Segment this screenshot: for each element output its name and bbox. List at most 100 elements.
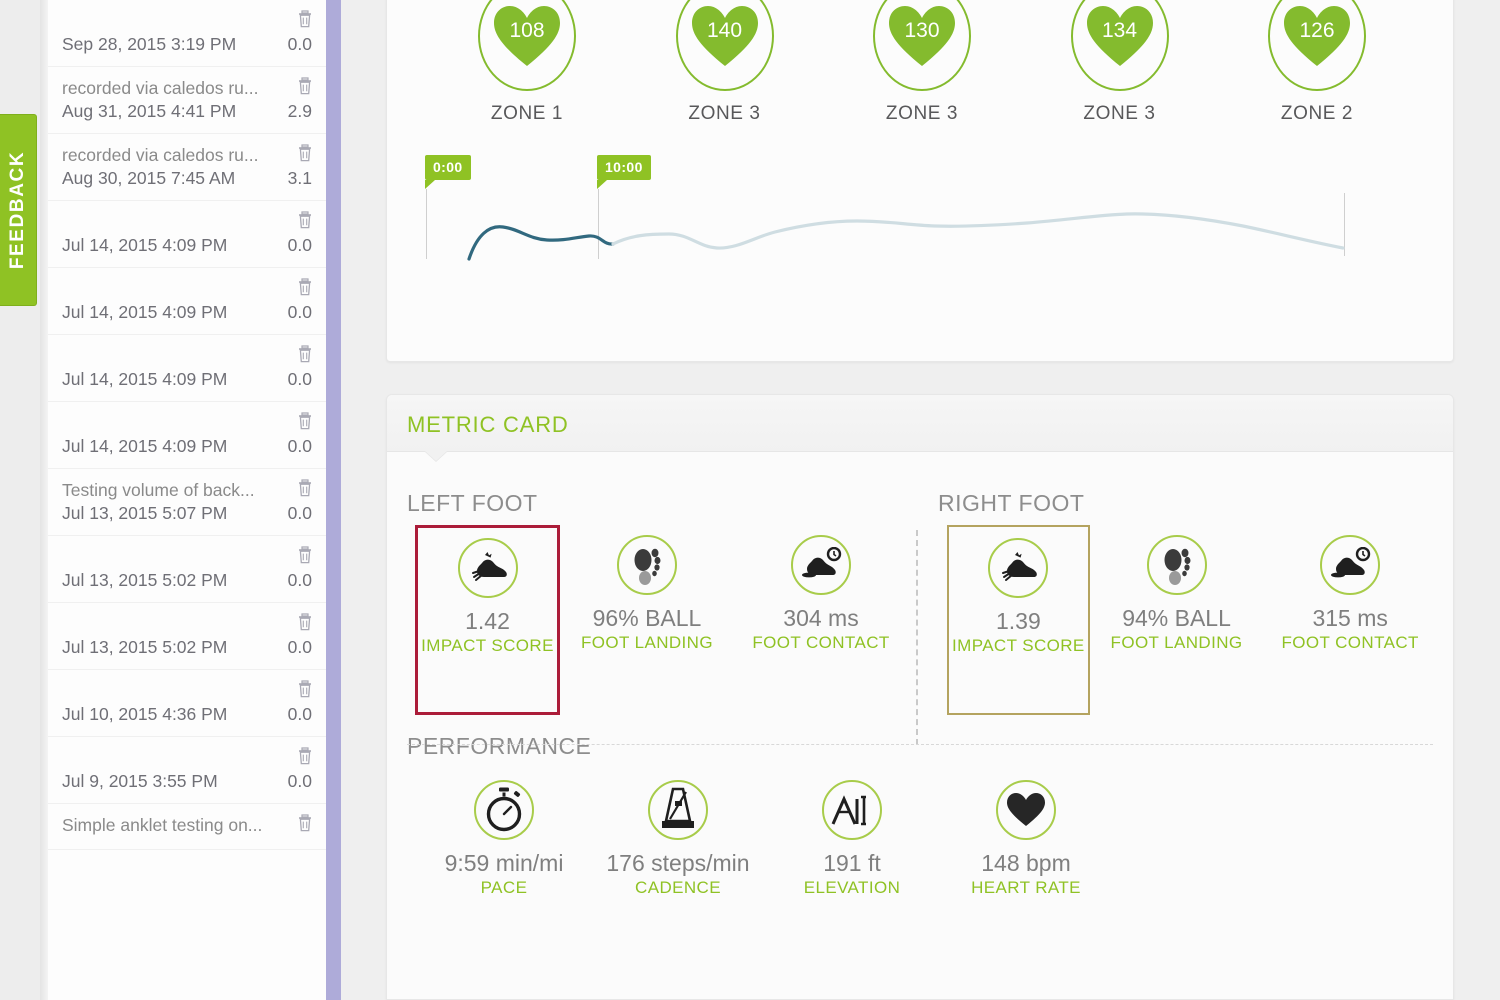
metric-tile-label: FOOT LANDING xyxy=(580,633,713,652)
metric-card-title: METRIC CARD xyxy=(407,412,569,437)
metric-tile-label: FOOT CONTACT xyxy=(752,633,890,652)
shoe-stopwatch-icon xyxy=(791,535,851,595)
activity-list-item[interactable]: Simple anklet testing on... xyxy=(48,804,326,850)
metric-tile-label: IMPACT SCORE xyxy=(952,636,1085,655)
activity-list-item[interactable]: Jul 14, 2015 4:09 PM 0.0 xyxy=(48,402,326,469)
metric-tile[interactable]: 1.39 IMPACT SCORE xyxy=(947,525,1090,715)
activity-date: Jul 14, 2015 4:09 PM xyxy=(62,235,228,255)
performance-tile-label: PACE xyxy=(480,878,528,897)
activity-date: Jul 13, 2015 5:02 PM xyxy=(62,637,228,657)
performance-tile-value: 148 bpm xyxy=(981,850,1071,876)
activity-list-item[interactable]: Jul 13, 2015 5:02 PM 0.0 xyxy=(48,536,326,603)
metric-card-header: METRIC CARD xyxy=(387,395,1453,461)
metric-tile-label: FOOT CONTACT xyxy=(1281,633,1419,652)
activity-title: Simple anklet testing on... xyxy=(62,815,263,835)
trash-icon[interactable] xyxy=(297,479,313,497)
metric-tile[interactable]: 94% BALL FOOT LANDING xyxy=(1090,521,1264,715)
trash-icon[interactable] xyxy=(297,613,313,631)
metric-tile-value: 94% BALL xyxy=(1122,605,1231,631)
performance-tile[interactable]: 176 steps/min CADENCE xyxy=(591,764,765,898)
activity-title xyxy=(62,268,312,300)
heart-zone: 130 ZONE 3 xyxy=(862,0,982,125)
activity-distance: 0.0 xyxy=(287,570,312,590)
activity-list-item[interactable]: recorded via caledos ru... Aug 30, 2015 7… xyxy=(48,134,326,201)
metric-tile[interactable]: 1.42 IMPACT SCORE xyxy=(415,525,560,715)
performance-tile[interactable]: 9:59 min/mi PACE xyxy=(417,764,591,898)
heart-zone-bpm: 140 xyxy=(706,19,743,42)
activity-list[interactable]: Sep 28, 2015 3:19 PM 0.0 recorded via cale… xyxy=(48,0,326,1000)
performance-tile-label: ELEVATION xyxy=(803,878,901,897)
metric-tile[interactable]: 315 ms FOOT CONTACT xyxy=(1263,521,1437,715)
heart-zone-bpm: 130 xyxy=(904,19,940,42)
heart-icon: 108 xyxy=(492,4,562,68)
activity-title xyxy=(62,737,312,769)
activity-date: Jul 14, 2015 4:09 PM xyxy=(62,369,228,389)
performance-tile-label: CADENCE xyxy=(635,878,721,897)
trash-icon[interactable] xyxy=(297,680,313,698)
right-foot-label: RIGHT FOOT xyxy=(938,490,1085,516)
heart-rate-zones: 108 ZONE 1 140 ZONE 3 130 ZONE 3 134 ZONE 3 126 Z… xyxy=(467,0,1377,125)
trash-icon[interactable] xyxy=(297,144,313,162)
trash-icon[interactable] xyxy=(297,211,313,229)
activity-date: Jul 9, 2015 3:55 PM xyxy=(62,771,218,791)
activity-date: Jul 13, 2015 5:07 PM xyxy=(62,503,228,523)
heart-zone: 140 ZONE 3 xyxy=(665,0,785,125)
trash-icon[interactable] xyxy=(297,10,313,28)
metric-card: METRIC CARD LEFT FOOT 1.42 IMPACT SCORE 96… xyxy=(386,394,1454,1000)
activity-timeline-chart[interactable]: 0:00 10:00 xyxy=(407,149,1427,294)
trash-icon[interactable] xyxy=(297,77,313,95)
running-shoe-impact-icon xyxy=(457,538,518,598)
trash-icon[interactable] xyxy=(297,546,313,564)
activity-summary-card: 108 ZONE 1 140 ZONE 3 130 ZONE 3 134 ZONE 3 126 Z… xyxy=(386,0,1454,362)
feedback-tab[interactable]: FEEDBACK xyxy=(0,114,37,306)
footprint-icon xyxy=(617,535,677,595)
activity-list-item[interactable]: Jul 10, 2015 4:36 PM 0.0 xyxy=(48,670,326,737)
heart-icon: 140 xyxy=(690,4,760,68)
heart-zone-label: ZONE 3 xyxy=(1083,103,1156,124)
stopwatch-icon xyxy=(474,780,534,840)
activity-distance: 2.9 xyxy=(287,101,312,121)
activity-distance: 0.0 xyxy=(287,302,312,322)
activity-list-item[interactable]: Jul 14, 2015 4:09 PM 0.0 xyxy=(48,335,326,402)
activity-distance: 0.0 xyxy=(287,637,312,657)
trash-icon[interactable] xyxy=(297,814,313,832)
heart-icon: 134 xyxy=(1085,4,1155,68)
footprint-icon xyxy=(1146,535,1207,595)
activity-distance: 3.1 xyxy=(287,168,312,188)
activity-title xyxy=(62,670,312,702)
running-shoe-impact-icon xyxy=(988,538,1049,598)
metric-tile-label: IMPACT SCORE xyxy=(421,636,554,655)
activity-title xyxy=(62,603,312,635)
metric-tile-value: 1.39 xyxy=(995,608,1041,634)
metric-tile[interactable]: 304 ms FOOT CONTACT xyxy=(734,521,908,715)
heart-zone-ring: 130 xyxy=(873,0,971,91)
activity-list-item[interactable]: Jul 9, 2015 3:55 PM 0.0 xyxy=(48,737,326,804)
activity-list-item[interactable]: recorded via caledos ru... Aug 31, 2015 4… xyxy=(48,67,326,134)
list-scrollbar-thumb[interactable] xyxy=(326,0,341,1000)
timeline-sparkline xyxy=(467,212,1345,261)
performance-tile-value: 191 ft xyxy=(823,850,881,876)
metric-tile-value: 315 ms xyxy=(1312,605,1388,631)
trash-icon[interactable] xyxy=(297,412,313,430)
trash-icon[interactable] xyxy=(297,345,313,363)
trash-icon[interactable] xyxy=(297,278,313,296)
performance-tile[interactable]: 148 bpm HEART RATE xyxy=(939,764,1113,898)
trash-icon[interactable] xyxy=(297,747,313,765)
activity-distance: 0.0 xyxy=(287,235,312,255)
activity-list-item[interactable]: Jul 14, 2015 4:09 PM 0.0 xyxy=(48,268,326,335)
metric-tile-value: 96% BALL xyxy=(592,605,702,631)
activity-list-item[interactable]: Jul 14, 2015 4:09 PM 0.0 xyxy=(48,201,326,268)
activity-list-item[interactable]: Sep 28, 2015 3:19 PM 0.0 xyxy=(48,0,326,67)
metric-tile-value: 304 ms xyxy=(783,605,859,631)
metric-tile[interactable]: 96% BALL FOOT LANDING xyxy=(560,521,734,715)
heart-zone-label: ZONE 1 xyxy=(490,103,564,124)
activity-list-item[interactable]: Jul 13, 2015 5:02 PM 0.0 xyxy=(48,603,326,670)
activity-list-item[interactable]: Testing volume of back... Jul 13, 2015 5:… xyxy=(48,469,326,536)
gutter-edge xyxy=(40,0,48,1000)
activity-date: Jul 14, 2015 4:09 PM xyxy=(62,302,228,322)
activity-distance: 0.0 xyxy=(287,503,312,523)
feedback-tab-label: FEEDBACK xyxy=(7,150,29,270)
heart-zone-ring: 140 xyxy=(675,0,774,91)
shoe-stopwatch-icon xyxy=(1320,535,1381,595)
performance-tile[interactable]: 191 ft ELEVATION xyxy=(765,764,939,898)
